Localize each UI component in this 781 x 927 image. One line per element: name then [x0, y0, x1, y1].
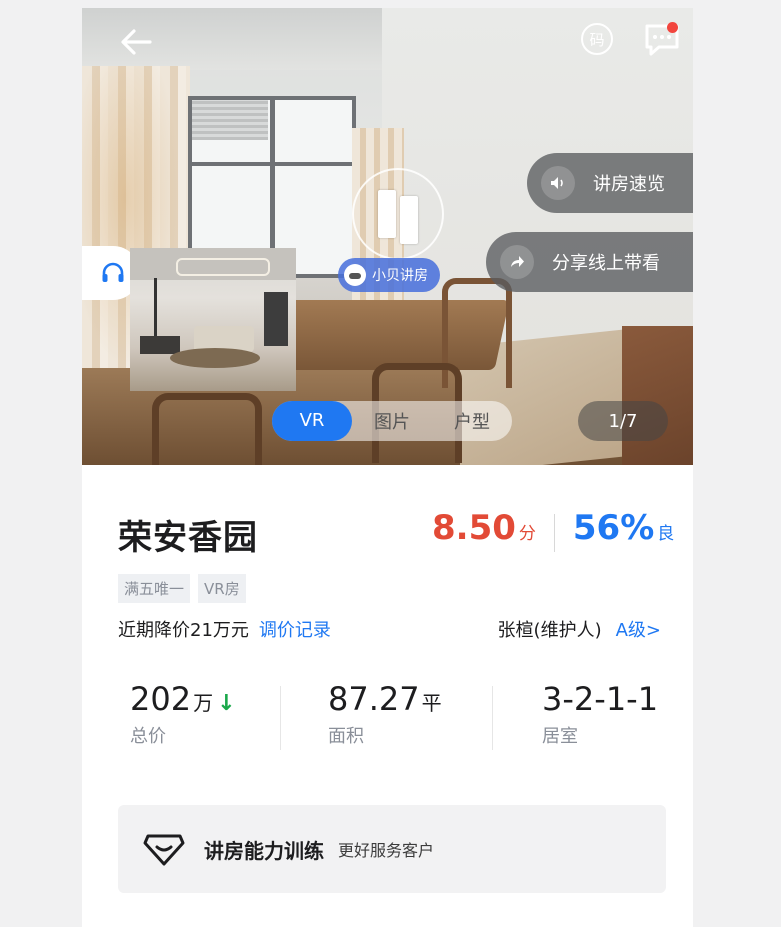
- area-unit: 平: [421, 691, 442, 715]
- listing-score: 8.50 分 56% 良: [432, 508, 674, 558]
- qr-code-label: 码: [589, 30, 605, 49]
- vr-card-icon: [400, 196, 418, 244]
- area-value: 87.27: [328, 680, 420, 718]
- quick-tour-button[interactable]: 讲房速览: [527, 153, 693, 213]
- share-arrow-icon: [500, 245, 534, 279]
- tab-vr[interactable]: VR: [272, 401, 352, 441]
- agent-avatar: [344, 264, 366, 286]
- rooms-label: 居室: [542, 726, 578, 747]
- media-tabs: VR 图片 户型: [272, 401, 512, 441]
- area-label: 面积: [328, 726, 364, 747]
- qr-code-button[interactable]: 码: [576, 18, 618, 60]
- share-online-viewing-label: 分享线上带看: [552, 253, 660, 274]
- rooms-value: 3-2-1-1: [542, 680, 659, 718]
- photo-counter: 1/7: [578, 401, 668, 441]
- score-value: 8.50: [432, 508, 516, 548]
- tag: VR房: [198, 574, 246, 603]
- score-divider: [553, 514, 555, 552]
- photo-chair: [152, 393, 262, 465]
- message-button[interactable]: [638, 16, 686, 62]
- stat-divider: [492, 686, 493, 750]
- price-history-link[interactable]: 调价记录: [259, 616, 331, 642]
- good-rate-value: 56%: [572, 508, 655, 548]
- good-rate-unit: 良: [657, 524, 675, 544]
- listing-title: 荣安香园: [118, 518, 258, 558]
- maintainer-name: 张楦(维护人): [497, 620, 602, 641]
- total-price-value: 202: [130, 680, 192, 718]
- photo-cabinet: [622, 326, 693, 465]
- tab-photos[interactable]: 图片: [352, 408, 432, 434]
- quick-tour-label: 讲房速览: [593, 174, 665, 195]
- phone-screen: 码 讲房速览 分享线上带看 小贝讲房 VR 图片 户型 1/7 荣安香园 8.5…: [82, 8, 693, 927]
- share-online-viewing-button[interactable]: 分享线上带看: [486, 232, 693, 292]
- listing-photo-viewer[interactable]: 码 讲房速览 分享线上带看 小贝讲房 VR 图片 户型 1/7: [82, 8, 693, 465]
- headset-icon: [102, 262, 124, 282]
- stat-rooms: 3-2-1-1 居室: [542, 680, 658, 748]
- stat-area: 87.27 平 面积: [328, 680, 442, 748]
- vr-entry-button[interactable]: [352, 168, 444, 260]
- stat-divider: [280, 686, 281, 750]
- total-price-unit: 万: [193, 691, 214, 715]
- agent-tour-chip[interactable]: 小贝讲房: [338, 258, 440, 292]
- tab-floor-plan[interactable]: 户型: [432, 408, 512, 434]
- total-price-label: 总价: [130, 726, 166, 747]
- vr-card-icon: [378, 190, 396, 238]
- back-arrow-icon: [121, 29, 152, 55]
- agent-tour-label: 小贝讲房: [372, 268, 428, 284]
- training-title: 讲房能力训练: [204, 838, 324, 863]
- training-banner[interactable]: 讲房能力训练 更好服务客户: [118, 805, 666, 893]
- stat-total-price: 202 万 ↓ 总价: [130, 680, 236, 748]
- speaker-icon: [541, 166, 575, 200]
- training-subtitle: 更好服务客户: [338, 841, 435, 860]
- maintainer-level-link[interactable]: A级>: [616, 616, 661, 642]
- diamond-chat-icon: [143, 834, 185, 866]
- score-unit: 分: [518, 524, 536, 544]
- floor-thumbnail[interactable]: [130, 248, 296, 391]
- price-cut-row: 近期降价21万元 调价记录: [118, 616, 331, 642]
- tag: 满五唯一: [118, 574, 191, 603]
- maintainer-row: 张楦(维护人) A级>: [498, 616, 661, 642]
- price-cut-text: 近期降价21万元: [118, 620, 249, 641]
- notification-dot: [667, 22, 678, 33]
- price-down-icon: ↓: [217, 691, 236, 716]
- qr-code-icon: 码: [581, 23, 613, 55]
- back-button[interactable]: [112, 18, 160, 66]
- stats-row: 202 万 ↓ 总价 87.27 平 面积 3-2-1-1 居室: [118, 680, 666, 760]
- listing-tags: 满五唯一 VR房: [118, 574, 246, 603]
